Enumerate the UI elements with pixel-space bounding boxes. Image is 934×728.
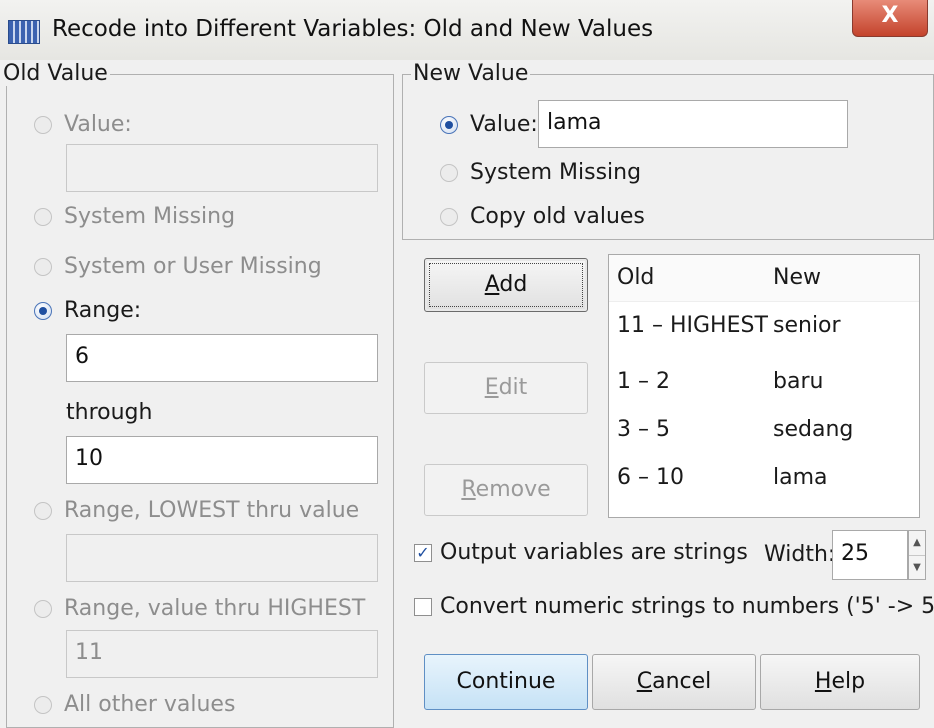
width-input[interactable]: 25 <box>832 530 908 580</box>
range-from-input[interactable]: 6 <box>66 334 378 382</box>
radio-icon <box>34 257 52 276</box>
new-value-radio-label: Value: <box>470 112 538 137</box>
column-header-new: New <box>773 265 821 290</box>
old-value-radio-label: Value: <box>64 112 132 137</box>
new-value-radio[interactable]: Value: <box>440 112 538 137</box>
row-new-value: senior <box>773 313 841 338</box>
checkbox-icon <box>414 597 432 616</box>
all-other-values-radio[interactable]: All other values <box>34 692 235 717</box>
range-lowest-radio[interactable]: Range, LOWEST thru value <box>34 498 359 523</box>
remove-label-rest: emove <box>475 477 551 502</box>
app-icon <box>8 20 40 44</box>
help-mnemonic: H <box>814 669 832 694</box>
old-new-list[interactable]: Old New 11 – HIGHEST senior 1 – 2 baru 3… <box>608 254 920 518</box>
row-old-value: 1 – 2 <box>617 369 670 394</box>
help-label-rest: elp <box>831 669 866 694</box>
help-button[interactable]: Help <box>760 654 920 710</box>
radio-icon <box>34 207 52 226</box>
old-system-missing-label: System Missing <box>64 204 236 229</box>
radio-icon <box>34 501 52 520</box>
radio-icon <box>34 695 52 714</box>
new-system-missing-label: System Missing <box>470 160 642 185</box>
close-button[interactable]: X <box>852 0 928 37</box>
radio-selected-icon <box>34 301 52 320</box>
through-label: through <box>66 400 153 425</box>
add-button[interactable]: Add <box>424 258 588 312</box>
row-new-value: baru <box>773 369 824 394</box>
row-new-value: sedang <box>773 417 854 442</box>
edit-mnemonic: E <box>484 375 499 400</box>
copy-old-values-label: Copy old values <box>470 204 645 229</box>
window-title: Recode into Different Variables: Old and… <box>52 16 654 42</box>
checkmark-icon: ✓ <box>414 543 432 562</box>
edit-button[interactable]: Edit <box>424 362 588 414</box>
width-spinner[interactable]: ▲ ▼ <box>908 530 926 580</box>
new-value-legend: New Value <box>411 61 531 86</box>
output-strings-label: Output variables are strings <box>440 540 748 565</box>
row-old-value: 3 – 5 <box>617 417 670 442</box>
remove-button[interactable]: Remove <box>424 464 588 516</box>
range-highest-label: Range, value thru HIGHEST <box>64 596 366 621</box>
convert-numeric-label: Convert numeric strings to numbers ('5' … <box>440 594 934 619</box>
convert-numeric-checkbox[interactable]: Convert numeric strings to numbers ('5' … <box>414 594 934 619</box>
new-value-input[interactable]: lama <box>538 100 848 148</box>
system-or-user-missing-label: System or User Missing <box>64 254 322 279</box>
old-value-legend: Old Value <box>1 61 110 86</box>
row-old-value: 11 – HIGHEST <box>617 313 768 338</box>
old-value-input[interactable] <box>66 144 378 192</box>
continue-label: Continue <box>456 669 556 694</box>
all-other-values-label: All other values <box>64 692 236 717</box>
row-new-value: lama <box>773 465 828 490</box>
radio-icon <box>34 115 52 134</box>
radio-icon <box>440 163 458 182</box>
range-highest-radio[interactable]: Range, value thru HIGHEST <box>34 596 365 621</box>
radio-icon <box>440 207 458 226</box>
add-mnemonic: A <box>484 272 500 297</box>
remove-mnemonic: R <box>461 477 476 502</box>
spin-up-icon[interactable]: ▲ <box>909 531 925 556</box>
range-label: Range: <box>64 298 142 323</box>
old-system-missing-radio[interactable]: System Missing <box>34 204 235 229</box>
range-lowest-input[interactable] <box>66 534 378 582</box>
row-old-value: 6 – 10 <box>617 465 684 490</box>
range-radio[interactable]: Range: <box>34 298 141 323</box>
continue-button[interactable]: Continue <box>424 654 588 710</box>
cancel-mnemonic: C <box>636 669 653 694</box>
add-label-rest: dd <box>499 272 528 297</box>
width-label: Width: <box>764 542 836 567</box>
range-highest-input[interactable]: 11 <box>66 630 378 678</box>
range-lowest-label: Range, LOWEST thru value <box>64 498 360 523</box>
copy-old-values-radio[interactable]: Copy old values <box>440 204 645 229</box>
list-header: Old New <box>609 255 919 302</box>
spin-down-icon[interactable]: ▼ <box>909 556 925 580</box>
column-header-old: Old <box>617 265 655 290</box>
cancel-label-rest: ancel <box>652 669 712 694</box>
cancel-button[interactable]: Cancel <box>592 654 756 710</box>
new-system-missing-radio[interactable]: System Missing <box>440 160 641 185</box>
range-to-input[interactable]: 10 <box>66 436 378 484</box>
edit-label-rest: dit <box>498 375 528 400</box>
system-or-user-missing-radio[interactable]: System or User Missing <box>34 254 322 279</box>
title-bar: Recode into Different Variables: Old and… <box>0 0 934 60</box>
radio-icon <box>34 599 52 618</box>
radio-selected-icon <box>440 115 458 134</box>
old-value-radio[interactable]: Value: <box>34 112 132 137</box>
output-strings-checkbox[interactable]: ✓ Output variables are strings <box>414 540 748 565</box>
